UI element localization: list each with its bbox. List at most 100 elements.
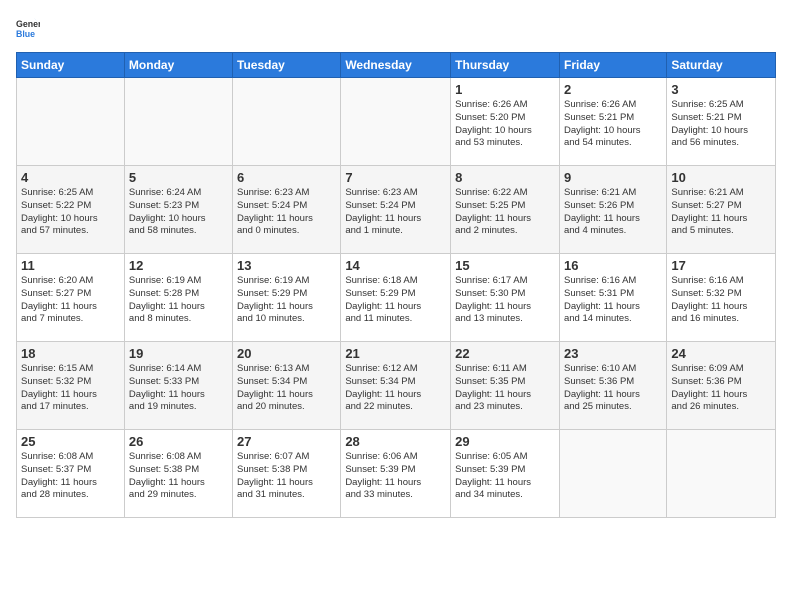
- day-info: Sunrise: 6:16 AM Sunset: 5:32 PM Dayligh…: [671, 275, 771, 326]
- calendar-header-row: SundayMondayTuesdayWednesdayThursdayFrid…: [17, 53, 776, 78]
- day-number: 27: [237, 434, 336, 449]
- day-info: Sunrise: 6:25 AM Sunset: 5:21 PM Dayligh…: [671, 99, 771, 150]
- day-info: Sunrise: 6:08 AM Sunset: 5:37 PM Dayligh…: [21, 451, 120, 502]
- day-number: 17: [671, 258, 771, 273]
- calendar-cell: 2 Sunrise: 6:26 AM Sunset: 5:21 PM Daylig…: [559, 78, 666, 166]
- day-header-tuesday: Tuesday: [233, 53, 341, 78]
- calendar-cell: 5Sunrise: 6:24 AM Sunset: 5:23 PM Daylig…: [124, 166, 232, 254]
- calendar-cell: 29 Sunrise: 6:05 AM Sunset: 5:39 PM Dayli…: [451, 430, 560, 518]
- calendar-cell: [559, 430, 666, 518]
- calendar-week-1: 4 Sunrise: 6:25 AM Sunset: 5:22 PM Daylig…: [17, 166, 776, 254]
- day-number: 11: [21, 258, 120, 273]
- day-number: 25: [21, 434, 120, 449]
- day-info: Sunrise: 6:17 AM Sunset: 5:30 PM Dayligh…: [455, 275, 555, 326]
- day-info: Sunrise: 6:16 AM Sunset: 5:31 PM Dayligh…: [564, 275, 662, 326]
- day-number: 10: [671, 170, 771, 185]
- calendar-week-4: 25 Sunrise: 6:08 AM Sunset: 5:37 PM Dayli…: [17, 430, 776, 518]
- day-header-saturday: Saturday: [667, 53, 776, 78]
- logo: General Blue: [16, 16, 44, 40]
- calendar-cell: 20 Sunrise: 6:13 AM Sunset: 5:34 PM Dayli…: [233, 342, 341, 430]
- day-number: 29: [455, 434, 555, 449]
- day-number: 18: [21, 346, 120, 361]
- calendar-cell: 21 Sunrise: 6:12 AM Sunset: 5:34 PM Dayli…: [341, 342, 451, 430]
- day-info: Sunrise: 6:07 AM Sunset: 5:38 PM Dayligh…: [237, 451, 336, 502]
- calendar-week-0: 1Sunrise: 6:26 AM Sunset: 5:20 PM Daylig…: [17, 78, 776, 166]
- day-number: 9: [564, 170, 662, 185]
- day-info: Sunrise: 6:10 AM Sunset: 5:36 PM Dayligh…: [564, 363, 662, 414]
- day-info: Sunrise: 6:19 AM Sunset: 5:29 PM Dayligh…: [237, 275, 336, 326]
- day-info: Sunrise: 6:12 AM Sunset: 5:34 PM Dayligh…: [345, 363, 446, 414]
- day-info: Sunrise: 6:26 AM Sunset: 5:21 PM Dayligh…: [564, 99, 662, 150]
- day-number: 24: [671, 346, 771, 361]
- day-number: 14: [345, 258, 446, 273]
- calendar-cell: 15 Sunrise: 6:17 AM Sunset: 5:30 PM Dayli…: [451, 254, 560, 342]
- day-info: Sunrise: 6:24 AM Sunset: 5:23 PM Dayligh…: [129, 187, 228, 238]
- calendar-cell: [341, 78, 451, 166]
- header: General Blue: [16, 16, 776, 40]
- day-info: Sunrise: 6:09 AM Sunset: 5:36 PM Dayligh…: [671, 363, 771, 414]
- day-number: 3: [671, 82, 771, 97]
- day-header-monday: Monday: [124, 53, 232, 78]
- day-number: 28: [345, 434, 446, 449]
- calendar-week-2: 11 Sunrise: 6:20 AM Sunset: 5:27 PM Dayli…: [17, 254, 776, 342]
- calendar-cell: 6Sunrise: 6:23 AM Sunset: 5:24 PM Daylig…: [233, 166, 341, 254]
- calendar-cell: 9 Sunrise: 6:21 AM Sunset: 5:26 PM Daylig…: [559, 166, 666, 254]
- day-header-thursday: Thursday: [451, 53, 560, 78]
- day-header-friday: Friday: [559, 53, 666, 78]
- calendar-cell: [17, 78, 125, 166]
- calendar-cell: 24 Sunrise: 6:09 AM Sunset: 5:36 PM Dayli…: [667, 342, 776, 430]
- calendar-cell: 4 Sunrise: 6:25 AM Sunset: 5:22 PM Daylig…: [17, 166, 125, 254]
- calendar-cell: 8Sunrise: 6:22 AM Sunset: 5:25 PM Daylig…: [451, 166, 560, 254]
- day-info: Sunrise: 6:25 AM Sunset: 5:22 PM Dayligh…: [21, 187, 120, 238]
- calendar-cell: 13 Sunrise: 6:19 AM Sunset: 5:29 PM Dayli…: [233, 254, 341, 342]
- day-number: 21: [345, 346, 446, 361]
- logo-icon: General Blue: [16, 16, 40, 40]
- day-info: Sunrise: 6:14 AM Sunset: 5:33 PM Dayligh…: [129, 363, 228, 414]
- day-info: Sunrise: 6:08 AM Sunset: 5:38 PM Dayligh…: [129, 451, 228, 502]
- day-info: Sunrise: 6:06 AM Sunset: 5:39 PM Dayligh…: [345, 451, 446, 502]
- day-info: Sunrise: 6:20 AM Sunset: 5:27 PM Dayligh…: [21, 275, 120, 326]
- calendar-cell: 3 Sunrise: 6:25 AM Sunset: 5:21 PM Daylig…: [667, 78, 776, 166]
- calendar-cell: 10 Sunrise: 6:21 AM Sunset: 5:27 PM Dayli…: [667, 166, 776, 254]
- day-number: 1: [455, 82, 555, 97]
- calendar-cell: 1Sunrise: 6:26 AM Sunset: 5:20 PM Daylig…: [451, 78, 560, 166]
- day-number: 12: [129, 258, 228, 273]
- day-info: Sunrise: 6:21 AM Sunset: 5:27 PM Dayligh…: [671, 187, 771, 238]
- day-info: Sunrise: 6:15 AM Sunset: 5:32 PM Dayligh…: [21, 363, 120, 414]
- svg-text:General: General: [16, 19, 40, 29]
- day-number: 2: [564, 82, 662, 97]
- day-info: Sunrise: 6:13 AM Sunset: 5:34 PM Dayligh…: [237, 363, 336, 414]
- calendar-table: SundayMondayTuesdayWednesdayThursdayFrid…: [16, 52, 776, 518]
- day-header-wednesday: Wednesday: [341, 53, 451, 78]
- calendar-cell: 12 Sunrise: 6:19 AM Sunset: 5:28 PM Dayli…: [124, 254, 232, 342]
- day-number: 19: [129, 346, 228, 361]
- day-number: 15: [455, 258, 555, 273]
- day-number: 26: [129, 434, 228, 449]
- day-info: Sunrise: 6:11 AM Sunset: 5:35 PM Dayligh…: [455, 363, 555, 414]
- page: General Blue SundayMondayTuesdayWednesda…: [0, 0, 792, 612]
- day-number: 23: [564, 346, 662, 361]
- calendar-cell: [124, 78, 232, 166]
- day-info: Sunrise: 6:22 AM Sunset: 5:25 PM Dayligh…: [455, 187, 555, 238]
- day-number: 22: [455, 346, 555, 361]
- calendar-cell: 27 Sunrise: 6:07 AM Sunset: 5:38 PM Dayli…: [233, 430, 341, 518]
- calendar-cell: 14Sunrise: 6:18 AM Sunset: 5:29 PM Dayli…: [341, 254, 451, 342]
- svg-text:Blue: Blue: [16, 29, 35, 39]
- calendar-cell: 28 Sunrise: 6:06 AM Sunset: 5:39 PM Dayli…: [341, 430, 451, 518]
- day-number: 20: [237, 346, 336, 361]
- calendar-cell: 16 Sunrise: 6:16 AM Sunset: 5:31 PM Dayli…: [559, 254, 666, 342]
- day-number: 4: [21, 170, 120, 185]
- calendar-cell: 22 Sunrise: 6:11 AM Sunset: 5:35 PM Dayli…: [451, 342, 560, 430]
- calendar-cell: 18 Sunrise: 6:15 AM Sunset: 5:32 PM Dayli…: [17, 342, 125, 430]
- calendar-cell: [667, 430, 776, 518]
- day-number: 13: [237, 258, 336, 273]
- day-info: Sunrise: 6:23 AM Sunset: 5:24 PM Dayligh…: [345, 187, 446, 238]
- day-info: Sunrise: 6:05 AM Sunset: 5:39 PM Dayligh…: [455, 451, 555, 502]
- day-number: 16: [564, 258, 662, 273]
- calendar-week-3: 18 Sunrise: 6:15 AM Sunset: 5:32 PM Dayli…: [17, 342, 776, 430]
- calendar-cell: 19 Sunrise: 6:14 AM Sunset: 5:33 PM Dayli…: [124, 342, 232, 430]
- calendar-cell: 11 Sunrise: 6:20 AM Sunset: 5:27 PM Dayli…: [17, 254, 125, 342]
- calendar-cell: 26 Sunrise: 6:08 AM Sunset: 5:38 PM Dayli…: [124, 430, 232, 518]
- day-info: Sunrise: 6:19 AM Sunset: 5:28 PM Dayligh…: [129, 275, 228, 326]
- day-info: Sunrise: 6:21 AM Sunset: 5:26 PM Dayligh…: [564, 187, 662, 238]
